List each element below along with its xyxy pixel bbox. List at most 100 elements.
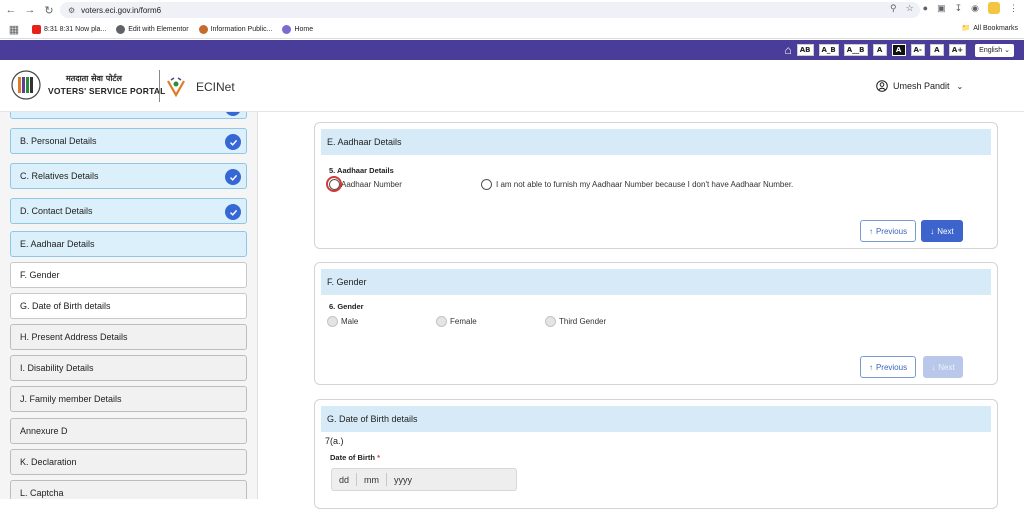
- browser-actions: ⚲ ☆ ● ▣ ↧ ◉ ⋮: [890, 2, 1018, 14]
- no-aadhaar-radio[interactable]: [481, 179, 492, 190]
- gender-section: F. Gender 6. Gender Male Female Third Ge…: [314, 262, 998, 385]
- globe-icon: [116, 24, 126, 34]
- sidebar-item-label: I. Disability Details: [20, 363, 94, 373]
- date-of-birth-input[interactable]: dd mm yyyy: [331, 468, 517, 491]
- third-gender-radio[interactable]: [545, 316, 556, 327]
- sidebar-item-captcha[interactable]: L. Captcha: [10, 480, 247, 499]
- star-icon[interactable]: ☆: [906, 3, 914, 14]
- text-spacing-button[interactable]: AB: [796, 44, 814, 56]
- site-info-icon[interactable]: ⚙: [68, 6, 75, 15]
- language-select[interactable]: English ⌄: [975, 43, 1014, 57]
- mic-icon[interactable]: ●: [923, 3, 928, 13]
- sidebar-item-contact-details[interactable]: D. Contact Details: [10, 198, 247, 224]
- sidebar-item-gender[interactable]: F. Gender: [10, 262, 247, 288]
- previous-button[interactable]: ↑ Previous: [860, 356, 916, 378]
- sidebar-item-date-of-birth[interactable]: G. Date of Birth details: [10, 293, 247, 319]
- chevron-down-icon: ⌄: [1004, 47, 1010, 54]
- eci-emblem-icon: [11, 70, 41, 100]
- increase-font-button[interactable]: A+: [948, 44, 967, 56]
- sidebar-item-disability[interactable]: I. Disability Details: [10, 355, 247, 381]
- sidebar-item-label: J. Family member Details: [20, 394, 122, 404]
- bookmark-home[interactable]: Home: [282, 24, 313, 34]
- reload-icon[interactable]: ↻: [41, 2, 57, 18]
- aadhaar-section: E. Aadhaar Details 5. Aadhaar Details Aa…: [314, 122, 998, 249]
- section-header: F. Gender: [321, 269, 991, 295]
- back-icon[interactable]: ←: [3, 2, 19, 18]
- sidebar-item-label: H. Present Address Details: [20, 332, 128, 342]
- user-icon: [876, 80, 888, 92]
- sidebar-item-label: G. Date of Birth details: [20, 301, 111, 311]
- apps-grid-icon[interactable]: ▦: [6, 21, 22, 37]
- address-bar[interactable]: ⚙ voters.eci.gov.in/form6: [60, 2, 920, 18]
- required-mark: *: [377, 453, 381, 462]
- url-text: voters.eci.gov.in/form6: [81, 5, 162, 15]
- female-radio[interactable]: [436, 316, 447, 327]
- zoom-icon[interactable]: ⚲: [890, 3, 897, 14]
- browser-toolbar: ← → ↻ ⚙ voters.eci.gov.in/form6 ⚲ ☆ ● ▣ …: [0, 0, 1024, 20]
- download-icon[interactable]: ↧: [955, 3, 963, 14]
- section-title: F. Gender: [327, 277, 367, 287]
- next-button[interactable]: ↓ Next: [921, 220, 963, 242]
- section-title: G. Date of Birth details: [327, 414, 418, 424]
- bookmark-youtube[interactable]: 8:31 8:31 Now pla...: [32, 24, 107, 34]
- extension-icon[interactable]: [988, 2, 1000, 14]
- all-bookmarks-label: All Bookmarks: [973, 24, 1018, 32]
- normal-font-button[interactable]: A: [929, 44, 944, 56]
- all-bookmarks[interactable]: 📁 All Bookmarks: [962, 24, 1018, 33]
- sidebar-item-family-member[interactable]: J. Family member Details: [10, 386, 247, 412]
- bookmark-label: 8:31 8:31 Now pla...: [44, 25, 107, 33]
- bookmark-label: Information Public...: [210, 25, 273, 33]
- accessibility-bar: ⌂ AB A_B A__B A A A- A A+ English ⌄: [0, 40, 1024, 60]
- male-radio[interactable]: [327, 316, 338, 327]
- sidebar-item-previous[interactable]: [10, 112, 247, 119]
- profile-icon[interactable]: ◉: [971, 3, 979, 14]
- cursor-highlight-icon: [326, 176, 342, 192]
- date-of-birth-section: G. Date of Birth details 7(a.) Date of B…: [314, 399, 998, 509]
- section-title: E. Aadhaar Details: [327, 137, 402, 147]
- site-header: मतदाता सेवा पोर्टल VOTERS' SERVICE PORTA…: [0, 60, 1024, 112]
- sidebar-item-annexure-d[interactable]: Annexure D: [10, 418, 247, 444]
- text-spacing-large-button[interactable]: A__B: [843, 44, 868, 56]
- arrow-up-icon: ↑: [868, 362, 873, 372]
- ecinet-title: ECINet: [196, 80, 235, 94]
- language-value: English: [979, 46, 1003, 54]
- previous-button[interactable]: ↑ Previous: [860, 220, 916, 242]
- sidebar-item-personal-details[interactable]: B. Personal Details: [10, 128, 247, 154]
- sidebar-item-present-address[interactable]: H. Present Address Details: [10, 324, 247, 350]
- form-main: E. Aadhaar Details 5. Aadhaar Details Aa…: [258, 112, 1024, 509]
- sidebar-item-aadhaar-details[interactable]: E. Aadhaar Details: [10, 231, 247, 257]
- forward-icon[interactable]: →: [22, 2, 38, 18]
- extensions-icon[interactable]: ▣: [937, 3, 946, 14]
- aadhaar-number-label: Aadhaar Number: [341, 180, 402, 189]
- check-icon: [225, 112, 241, 116]
- user-name: Umesh Pandit: [893, 81, 950, 91]
- decrease-font-button[interactable]: A-: [910, 44, 925, 56]
- dob-label: Date of Birth *: [330, 453, 380, 462]
- month-field[interactable]: mm: [357, 473, 388, 486]
- portal-name-hindi: मतदाता सेवा पोर्टल: [66, 74, 122, 83]
- year-field[interactable]: yyyy: [387, 473, 419, 486]
- sidebar-item-label: L. Captcha: [20, 488, 64, 498]
- youtube-icon: [32, 24, 41, 34]
- sidebar-item-declaration[interactable]: K. Declaration: [10, 449, 247, 475]
- light-contrast-button[interactable]: A: [872, 44, 887, 56]
- bookmark-information[interactable]: Information Public...: [198, 24, 273, 34]
- third-gender-label: Third Gender: [559, 317, 607, 326]
- home-icon[interactable]: ⌂: [784, 43, 791, 57]
- menu-icon[interactable]: ⋮: [1009, 3, 1018, 14]
- check-icon: [225, 204, 241, 220]
- next-label: Next: [937, 226, 954, 236]
- ecinet-logo-icon: [167, 77, 185, 98]
- question-label: 5. Aadhaar Details: [329, 166, 394, 175]
- sidebar-item-label: D. Contact Details: [20, 206, 93, 216]
- sidebar-item-relatives-details[interactable]: C. Relatives Details: [10, 163, 247, 189]
- next-button-disabled[interactable]: ↓ Next: [923, 356, 963, 378]
- dark-contrast-button[interactable]: A: [891, 44, 906, 56]
- day-field[interactable]: dd: [332, 473, 358, 486]
- text-spacing-medium-button[interactable]: A_B: [818, 44, 839, 56]
- portal-name: VOTERS' SERVICE PORTAL: [48, 86, 166, 96]
- bookmark-elementor[interactable]: Edit with Elementor: [116, 24, 189, 34]
- user-menu[interactable]: Umesh Pandit ⌄: [876, 80, 963, 92]
- female-label: Female: [450, 317, 477, 326]
- arrow-down-icon: ↓: [931, 362, 936, 372]
